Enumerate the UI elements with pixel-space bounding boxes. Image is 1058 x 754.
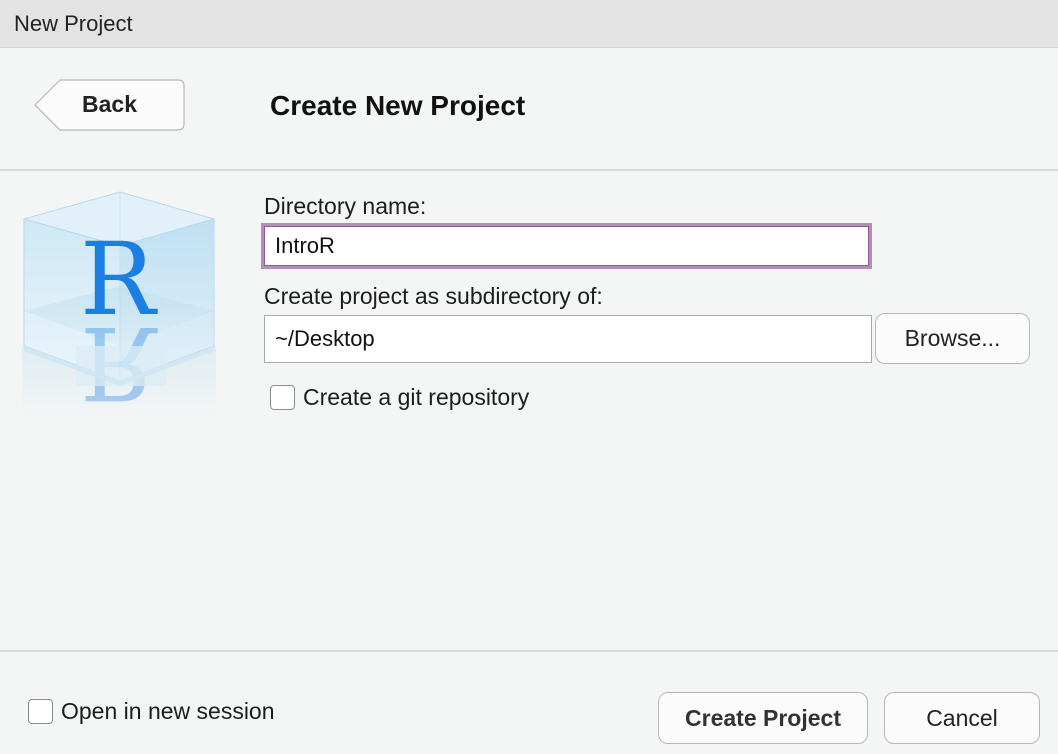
directory-name-label: Directory name: <box>264 193 427 219</box>
parent-directory-input[interactable] <box>264 315 872 363</box>
footer-divider <box>0 650 1058 652</box>
cancel-button[interactable]: Cancel <box>884 692 1040 744</box>
create-project-button[interactable]: Create Project <box>658 692 868 744</box>
parent-directory-label: Create project as subdirectory of: <box>264 283 603 309</box>
git-repo-checkbox[interactable] <box>270 385 295 410</box>
rstudio-cube-logo-icon: R R <box>16 186 222 421</box>
browse-button[interactable]: Browse... <box>875 313 1030 364</box>
wizard-header: Back Create New Project <box>0 48 1058 171</box>
back-button[interactable]: Back <box>34 79 185 131</box>
window-title: New Project <box>14 11 133 36</box>
window-titlebar: New Project <box>0 0 1058 48</box>
directory-name-input[interactable] <box>264 226 869 266</box>
page-title: Create New Project <box>270 90 526 121</box>
git-repo-option[interactable]: Create a git repository <box>270 384 529 411</box>
new-session-label: Open in new session <box>61 698 275 724</box>
git-repo-label: Create a git repository <box>303 384 530 410</box>
new-session-option[interactable]: Open in new session <box>28 698 275 725</box>
back-button-label: Back <box>82 91 137 117</box>
new-session-checkbox[interactable] <box>28 699 53 724</box>
